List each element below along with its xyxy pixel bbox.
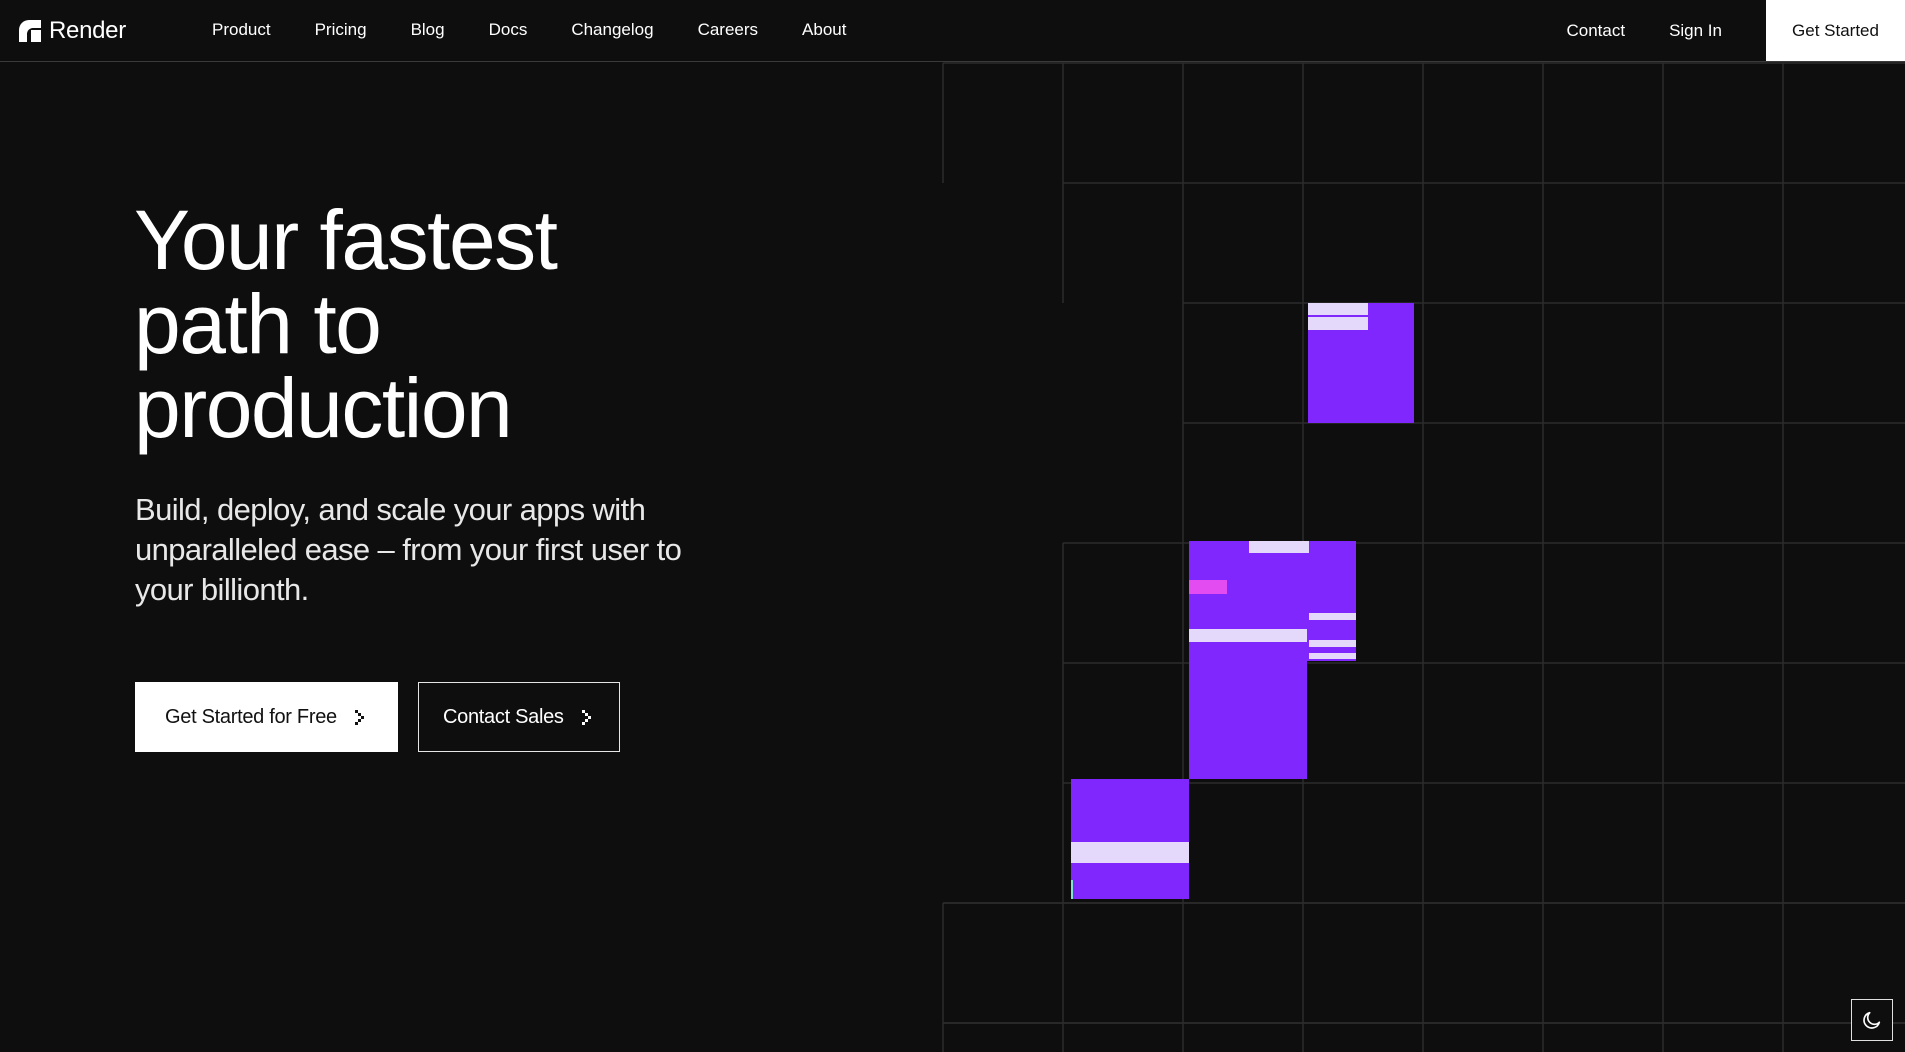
light-bar xyxy=(1309,613,1356,620)
nav-careers[interactable]: Careers xyxy=(698,20,758,40)
chevron-right-icon xyxy=(581,710,591,725)
nav-blog[interactable]: Blog xyxy=(411,20,445,40)
render-logo-icon xyxy=(19,20,41,42)
brand-name: Render xyxy=(49,17,126,44)
get-started-button[interactable]: Get Started xyxy=(1766,0,1905,61)
nav-product[interactable]: Product xyxy=(212,20,271,40)
nav-changelog[interactable]: Changelog xyxy=(571,20,653,40)
headline-line: path to xyxy=(134,277,382,371)
bar-divider xyxy=(1308,315,1368,317)
nav-docs[interactable]: Docs xyxy=(489,20,528,40)
purple-block xyxy=(1071,779,1189,899)
nav-contact[interactable]: Contact xyxy=(1566,21,1625,41)
primary-nav: Product Pricing Blog Docs Changelog Care… xyxy=(212,0,890,60)
secondary-nav: Contact Sign In Get Started xyxy=(1566,0,1905,61)
light-bar xyxy=(1071,842,1189,863)
top-navigation: Render Product Pricing Blog Docs Changel… xyxy=(0,0,1905,62)
nav-sign-in[interactable]: Sign In xyxy=(1669,21,1722,41)
purple-block xyxy=(1189,661,1307,779)
headline-line: Your fastest xyxy=(134,193,558,287)
nav-pricing[interactable]: Pricing xyxy=(315,20,367,40)
chevron-right-icon xyxy=(354,710,364,725)
light-bar xyxy=(1309,653,1356,659)
contact-sales-button[interactable]: Contact Sales xyxy=(418,682,620,752)
theme-toggle-button[interactable] xyxy=(1851,999,1893,1041)
purple-block xyxy=(1189,541,1356,661)
light-bar xyxy=(1308,303,1368,330)
moon-icon xyxy=(1863,1011,1881,1029)
hero-subheadline: Build, deploy, and scale your apps with … xyxy=(135,492,682,607)
purple-block xyxy=(1308,303,1414,423)
pink-bar xyxy=(1189,580,1227,594)
button-label: Contact Sales xyxy=(443,705,564,728)
light-bar xyxy=(1249,541,1309,553)
cursor-bar xyxy=(1071,880,1073,899)
button-label: Get Started for Free xyxy=(165,705,337,728)
light-bar xyxy=(1309,640,1356,647)
light-bar xyxy=(1189,629,1307,642)
headline-line: production xyxy=(134,361,513,455)
get-started-free-button[interactable]: Get Started for Free xyxy=(135,682,398,752)
hero-headline: Your fastest path to production xyxy=(134,193,558,455)
nav-about[interactable]: About xyxy=(802,20,846,40)
brand-logo[interactable]: Render xyxy=(19,17,126,45)
